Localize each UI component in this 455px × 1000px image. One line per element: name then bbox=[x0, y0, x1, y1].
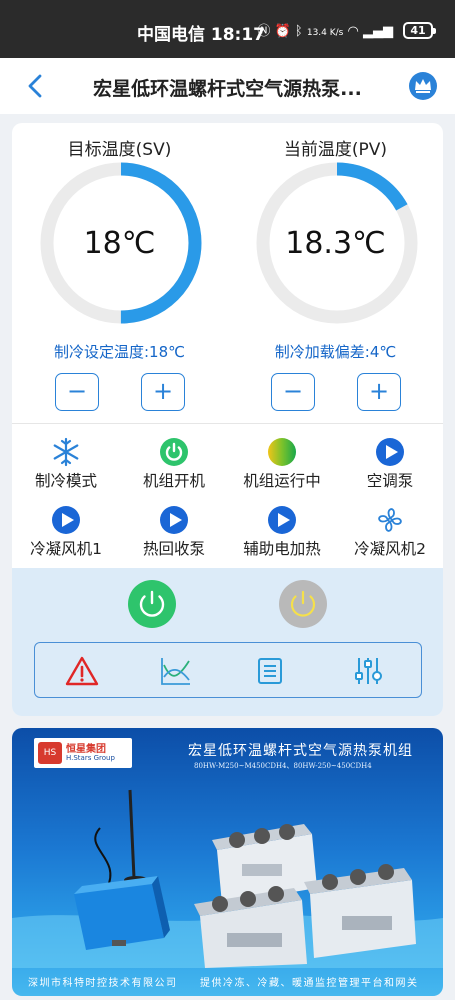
status-label: 辅助电加热 bbox=[243, 540, 321, 558]
target-temp-panel: 目标温度(SV) 18℃ 制冷设定温度:18℃ − + bbox=[12, 123, 227, 418]
logo-en: H.Stars Group bbox=[66, 754, 115, 762]
status-label: 空调泵 bbox=[366, 472, 414, 490]
carrier-time: 中国电信 18:17 bbox=[136, 25, 265, 45]
tool-bar bbox=[34, 642, 422, 698]
page-title: 宏星低环温螺杆式空气源热泵... bbox=[93, 78, 362, 100]
power-icon bbox=[139, 590, 165, 617]
status-label: 冷凝风机2 bbox=[354, 540, 426, 558]
deviation-increase-button[interactable]: + bbox=[357, 373, 401, 411]
crown-icon[interactable] bbox=[408, 71, 438, 101]
banner-slogan: 提供冷冻、冷藏、暖通监控管理平台和网关 bbox=[200, 978, 419, 989]
promo-banner[interactable]: HS 恒星集团 H.Stars Group 宏星低环温螺杆式空气源热泵机组 80… bbox=[12, 728, 443, 996]
play-icon bbox=[160, 506, 188, 534]
status-aux-heater: 辅助电加热 bbox=[228, 501, 336, 563]
control-area bbox=[12, 568, 443, 716]
status-condenser-fan-2: 冷凝风机2 bbox=[336, 501, 443, 563]
current-temp-title: 当前温度(PV) bbox=[283, 140, 388, 160]
target-increase-button[interactable]: + bbox=[141, 373, 185, 411]
list-icon[interactable] bbox=[253, 655, 287, 687]
status-label: 机组开机 bbox=[142, 472, 205, 490]
nav-bar: 宏星低环温螺杆式空气源热泵... bbox=[0, 58, 455, 114]
status-cooling-mode: 制冷模式 bbox=[12, 433, 120, 495]
status-bar: 中国电信 18:17 Ⓝ ⏰ ᛒ 13.4 K/s ◠ ▂▄▆ 41 bbox=[0, 0, 455, 58]
banner-company: 深圳市科特时控技术有限公司 bbox=[28, 978, 178, 989]
net-speed: 13.4 K/s bbox=[306, 28, 344, 38]
status-label: 热回收泵 bbox=[142, 540, 205, 558]
status-grid: 制冷模式 机组开机 机组运行中 空调泵 冷凝风机1 热回收泵 辅助电加热 冷凝风… bbox=[12, 433, 443, 567]
target-decrease-button[interactable]: − bbox=[55, 373, 99, 411]
heat-pump-unit-icon bbox=[194, 886, 307, 968]
bluetooth-icon: ᛒ bbox=[294, 24, 303, 39]
play-icon bbox=[376, 438, 404, 466]
running-gradient-icon bbox=[268, 438, 296, 466]
status-label: 冷凝风机1 bbox=[30, 540, 102, 558]
fan-icon bbox=[378, 508, 402, 532]
play-icon bbox=[52, 506, 80, 534]
status-label: 制冷模式 bbox=[34, 472, 97, 490]
control-card: 目标温度(SV) 18℃ 制冷设定温度:18℃ − + 当前温度(PV) 18.… bbox=[12, 123, 443, 716]
snowflake-icon bbox=[53, 437, 79, 467]
status-heat-recovery-pump: 热回收泵 bbox=[120, 501, 228, 563]
current-temp-panel: 当前温度(PV) 18.3℃ 制冷加载偏差:4℃ − + bbox=[228, 123, 443, 418]
power-off-button[interactable] bbox=[279, 580, 327, 628]
deviation-decrease-button[interactable]: − bbox=[271, 373, 315, 411]
play-icon bbox=[268, 506, 296, 534]
status-unit-running: 机组运行中 bbox=[228, 433, 336, 495]
back-arrow-icon[interactable] bbox=[22, 72, 48, 100]
power-icon bbox=[290, 590, 316, 617]
heat-pump-unit-icon bbox=[304, 864, 416, 958]
power-on-button[interactable] bbox=[128, 580, 176, 628]
product-illustration bbox=[12, 789, 443, 968]
logo-name: 恒星集团 bbox=[66, 744, 106, 755]
current-temp-value: 18.3℃ bbox=[285, 226, 386, 261]
status-ac-pump: 空调泵 bbox=[336, 433, 443, 495]
divider bbox=[12, 423, 443, 424]
settings-sliders-icon[interactable] bbox=[351, 655, 385, 687]
banner-title: 宏星低环温螺杆式空气源热泵机组 bbox=[188, 743, 413, 759]
logo-seal-icon: HS bbox=[38, 742, 62, 764]
status-condenser-fan-1: 冷凝风机1 bbox=[12, 501, 120, 563]
alarm-icon[interactable] bbox=[65, 655, 99, 687]
cooling-setpoint-label: 制冷设定温度:18℃ bbox=[54, 343, 185, 361]
cooling-deviation-label: 制冷加载偏差:4℃ bbox=[274, 343, 397, 361]
status-icons: Ⓝ ⏰ ᛒ 13.4 K/s ◠ ▂▄▆ bbox=[257, 20, 393, 39]
status-unit-on: 机组开机 bbox=[120, 433, 228, 495]
company-logo: HS 恒星集团 H.Stars Group bbox=[34, 738, 132, 768]
heat-pump-unit-icon bbox=[212, 824, 317, 904]
wifi-icon: ◠ bbox=[347, 24, 359, 39]
signal-icon: ▂▄▆ bbox=[363, 24, 393, 39]
target-temp-value: 18℃ bbox=[83, 226, 156, 261]
nfc-icon: Ⓝ bbox=[257, 24, 271, 39]
power-on-icon bbox=[160, 438, 188, 466]
target-temp-title: 目标温度(SV) bbox=[67, 140, 172, 160]
gateway-device-icon bbox=[74, 876, 170, 950]
trend-chart-icon[interactable] bbox=[159, 655, 193, 687]
battery-indicator: 41 bbox=[403, 22, 436, 39]
status-label: 机组运行中 bbox=[243, 472, 321, 490]
alarm-clock-icon: ⏰ bbox=[274, 24, 291, 39]
